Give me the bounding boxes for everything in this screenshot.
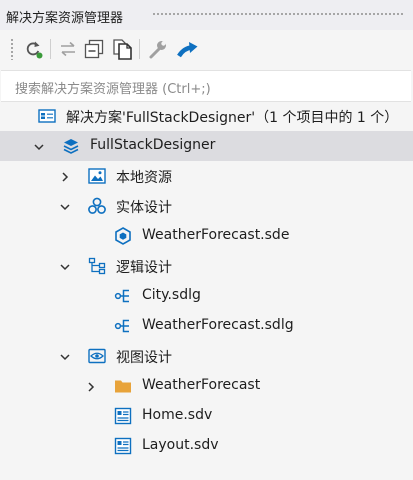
project-layers-icon — [62, 137, 80, 155]
tree-item-label: WeatherForecast.sdlg — [142, 317, 294, 333]
refresh-button[interactable] — [22, 37, 46, 61]
tree-item-label: WeatherForecast — [142, 377, 261, 393]
tree-item-logic-file[interactable]: City.sdlg — [0, 281, 413, 311]
tree-item-logic-design[interactable]: 逻辑设计 — [0, 251, 413, 281]
tree-item-project[interactable]: FullStackDesigner — [0, 131, 413, 161]
refresh-icon — [26, 41, 43, 59]
search-placeholder: 搜索解决方案资源管理器 (Ctrl+;) — [15, 82, 211, 97]
copy-files-icon — [113, 39, 132, 60]
tree-item-label: City.sdlg — [142, 287, 201, 303]
navigate-button[interactable] — [176, 37, 200, 61]
solution-tree: 解决方案'FullStackDesigner'（1 个项目中的 1 个） Ful… — [0, 101, 413, 480]
hexagon-entity-icon — [114, 227, 132, 245]
tree-item-local-resources[interactable]: 本地资源 — [0, 161, 413, 191]
chevron-down-icon[interactable] — [58, 259, 72, 273]
eye-view-icon — [88, 347, 106, 365]
logic-flow-icon — [114, 287, 132, 305]
tree-item-label: WeatherForecast.sde — [142, 227, 290, 243]
chevron-down-icon[interactable] — [58, 199, 72, 213]
curved-arrow-icon — [177, 42, 198, 58]
view-layout-icon — [114, 437, 132, 455]
tree-item-label: 本地资源 — [116, 170, 172, 186]
tree-item-view-file[interactable]: Layout.sdv — [0, 431, 413, 461]
collapse-all-icon — [84, 39, 104, 59]
folder-icon — [114, 377, 132, 395]
wrench-icon — [149, 41, 166, 59]
tree-item-entity-file[interactable]: WeatherForecast.sde — [0, 221, 413, 251]
tree-item-label: Layout.sdv — [142, 437, 219, 453]
entity-cluster-icon — [88, 197, 106, 215]
properties-button[interactable] — [146, 37, 170, 61]
tree-item-label: 逻辑设计 — [116, 260, 172, 276]
toolbar-separator — [50, 39, 51, 59]
title-grip — [152, 12, 403, 17]
tree-item-label: Home.sdv — [142, 407, 213, 423]
show-all-files-button[interactable] — [110, 37, 134, 61]
image-icon — [88, 167, 106, 185]
logic-tree-icon — [88, 257, 106, 275]
tree-item-view-folder[interactable]: WeatherForecast — [0, 371, 413, 401]
toolbar — [0, 30, 413, 68]
chevron-right-icon[interactable] — [84, 379, 98, 393]
tree-item-label: 视图设计 — [116, 350, 172, 366]
tree-item-solution[interactable]: 解决方案'FullStackDesigner'（1 个项目中的 1 个） — [0, 101, 413, 131]
tree-item-view-design[interactable]: 视图设计 — [0, 341, 413, 371]
panel-title-bar: 解决方案资源管理器 — [0, 0, 413, 30]
tree-item-label: 解决方案'FullStackDesigner'（1 个项目中的 1 个） — [66, 110, 399, 126]
tree-item-label: 实体设计 — [116, 200, 172, 216]
chevron-down-icon[interactable] — [32, 139, 46, 153]
tree-item-logic-file[interactable]: WeatherForecast.sdlg — [0, 311, 413, 341]
sync-arrows-icon — [61, 41, 75, 57]
solution-icon — [38, 107, 56, 125]
logic-flow-icon — [114, 317, 132, 335]
toolbar-separator — [139, 39, 140, 59]
view-layout-icon — [114, 407, 132, 425]
tree-item-view-file[interactable]: Home.sdv — [0, 401, 413, 431]
tree-item-entity-design[interactable]: 实体设计 — [0, 191, 413, 221]
chevron-down-icon[interactable] — [58, 349, 72, 363]
tree-item-label: FullStackDesigner — [90, 137, 216, 153]
chevron-right-icon[interactable] — [58, 169, 72, 183]
panel-title: 解决方案资源管理器 — [6, 11, 124, 26]
search-box[interactable]: 搜索解决方案资源管理器 (Ctrl+;) — [1, 70, 411, 102]
toolbar-grip — [10, 38, 14, 60]
sync-button[interactable] — [56, 37, 80, 61]
collapse-all-button[interactable] — [82, 37, 106, 61]
